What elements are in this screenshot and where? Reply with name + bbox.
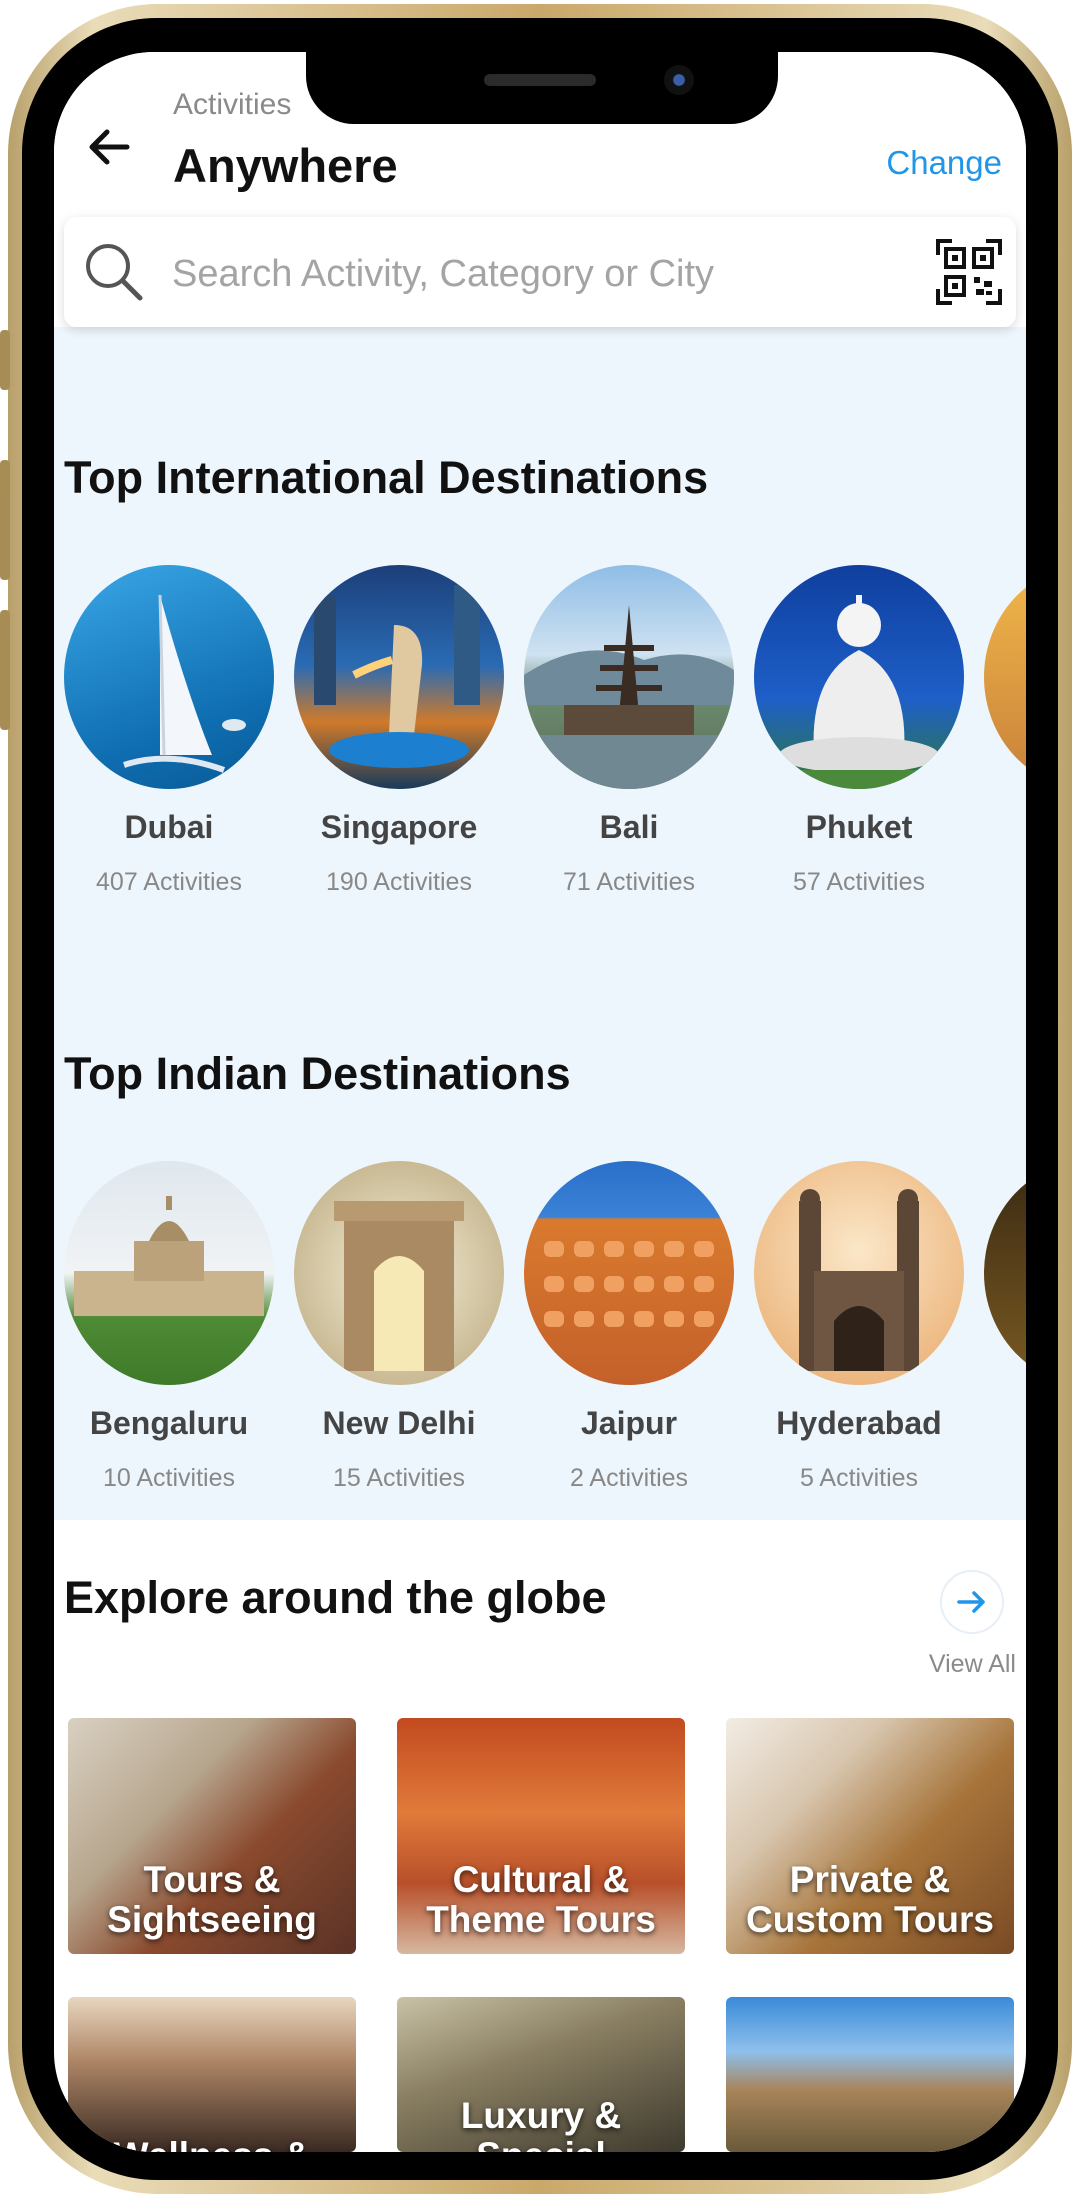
- destination-card-hyderabad[interactable]: Hyderabad 5 Activities: [754, 1161, 964, 1493]
- destination-card-jaipur[interactable]: Jaipur 2 Activities: [524, 1161, 734, 1493]
- international-section-title: Top International Destinations: [64, 452, 709, 503]
- category-tile-label-line: Tours &: [143, 1859, 281, 1900]
- arrow-right-icon: [957, 1591, 985, 1613]
- category-tile-label-line: Private &: [789, 1859, 951, 1900]
- side-button: [0, 330, 10, 390]
- category-tile-label-line: Custom Tours: [745, 1899, 995, 1940]
- destination-activity-count: 5 Activities: [799, 1464, 919, 1492]
- category-tile-label-line: Wellness &: [68, 2136, 356, 2153]
- destination-card-new-delhi[interactable]: New Delhi 15 Activities: [294, 1161, 504, 1493]
- bali-image: [524, 565, 734, 789]
- search-input[interactable]: Search Activity, Category or City: [172, 253, 714, 296]
- buddha-statue-illustration: [754, 595, 964, 789]
- view-all-link[interactable]: View All: [929, 1650, 1016, 1679]
- temple-illustration: [524, 605, 734, 789]
- category-tile-label: Tours & Sightseeing: [68, 1860, 356, 1940]
- dubai-image: [64, 565, 274, 789]
- qr-code-icon[interactable]: [936, 239, 1002, 305]
- category-tile-label-line: Luxury &: [460, 2095, 622, 2136]
- jaipur-image: [524, 1161, 734, 1385]
- change-location-link[interactable]: Change: [886, 144, 1002, 182]
- hyderabad-image: [754, 1161, 964, 1385]
- search-bar[interactable]: Search Activity, Category or City: [64, 217, 1016, 327]
- partial-destination-image: [984, 1161, 1026, 1385]
- category-tile-label-line: Special: [397, 2136, 685, 2153]
- indian-destinations-row: Bengaluru 10 Activities New Delhi 15 Act…: [64, 1161, 1026, 1521]
- destination-card-phuket[interactable]: Phuket 57 Activities: [754, 565, 964, 897]
- category-tile-label: Luxury & Special: [397, 2095, 685, 2153]
- category-tile-label-line: Sightseeing: [107, 1899, 317, 1940]
- international-destinations-row: Dubai 407 Activities Singapore 190 Activ…: [64, 565, 1026, 925]
- volume-up-button: [0, 460, 10, 580]
- destination-name: Dubai: [124, 809, 214, 845]
- category-tile-luxury-special[interactable]: Luxury & Special: [397, 1997, 685, 2152]
- explore-section-title: Explore around the globe: [64, 1572, 607, 1623]
- destination-activity-count: 2 Activities: [569, 1464, 689, 1492]
- destination-name: Hyderabad: [776, 1405, 942, 1441]
- merlion-illustration: [314, 585, 480, 768]
- phuket-image: [754, 565, 964, 789]
- destination-card-partial[interactable]: [984, 1161, 1026, 1385]
- destination-card-singapore[interactable]: Singapore 190 Activities: [294, 565, 504, 897]
- destination-card-partial[interactable]: [984, 565, 1026, 789]
- hawa-mahal-illustration: [544, 1241, 714, 1327]
- category-tile-label-line: Cultural &: [452, 1859, 630, 1900]
- singapore-image: [294, 565, 504, 789]
- destination-activity-count: 190 Activities: [326, 868, 472, 896]
- destination-name: Bali: [599, 809, 659, 845]
- category-tile-private-custom[interactable]: Private & Custom Tours: [726, 1718, 1014, 1954]
- back-button[interactable]: [74, 112, 144, 182]
- category-tile-adventure[interactable]: [726, 1997, 1014, 2152]
- back-arrow-icon: [89, 129, 130, 165]
- header-subtitle: Activities: [173, 88, 292, 121]
- destination-name: Singapore: [320, 809, 478, 845]
- destination-activity-count: 10 Activities: [102, 1464, 235, 1492]
- indian-section-title: Top Indian Destinations: [64, 1048, 571, 1099]
- new-delhi-image: [294, 1161, 504, 1385]
- destination-activity-count: 71 Activities: [562, 868, 695, 896]
- destination-name: Jaipur: [580, 1405, 678, 1441]
- screen: Activities Anywhere Change Search Activi…: [54, 52, 1026, 2152]
- destination-card-bengaluru[interactable]: Bengaluru 10 Activities: [64, 1161, 274, 1493]
- camera: [664, 65, 694, 95]
- category-tile-cultural-theme[interactable]: Cultural & Theme Tours: [397, 1718, 685, 1954]
- category-tile-wellness[interactable]: Wellness &: [68, 1997, 356, 2152]
- category-tile-label: Private & Custom Tours: [726, 1860, 1014, 1940]
- destination-name: Bengaluru: [89, 1405, 249, 1441]
- destination-name: Phuket: [805, 809, 913, 845]
- destination-card-dubai[interactable]: Dubai 407 Activities: [64, 565, 274, 897]
- burj-al-arab-illustration: [123, 594, 246, 773]
- search-icon: [86, 244, 143, 301]
- notch: [306, 52, 778, 124]
- destination-name: New Delhi: [322, 1405, 476, 1441]
- speaker: [484, 74, 596, 86]
- category-tile-label: Wellness &: [68, 2136, 356, 2153]
- view-all-button[interactable]: [940, 1570, 1004, 1634]
- category-tile-tours-sightseeing[interactable]: Tours & Sightseeing: [68, 1718, 356, 1954]
- destination-activity-count: 57 Activities: [792, 868, 925, 896]
- vidhana-soudha-illustration: [74, 1196, 264, 1316]
- charminar-illustration: [799, 1189, 919, 1371]
- bengaluru-image: [64, 1161, 274, 1385]
- volume-down-button: [0, 610, 10, 730]
- location-title: Anywhere: [173, 139, 398, 192]
- destination-card-bali[interactable]: Bali 71 Activities: [524, 565, 734, 897]
- india-gate-illustration: [334, 1201, 464, 1371]
- partial-destination-image: [984, 565, 1026, 789]
- destination-activity-count: 407 Activities: [96, 868, 242, 896]
- destination-activity-count: 15 Activities: [332, 1464, 465, 1492]
- category-tile-label-line: Theme Tours: [426, 1899, 656, 1940]
- category-tile-label: Cultural & Theme Tours: [397, 1860, 685, 1940]
- destinations-section: Top International Destinations Dubai 407…: [54, 327, 1026, 1520]
